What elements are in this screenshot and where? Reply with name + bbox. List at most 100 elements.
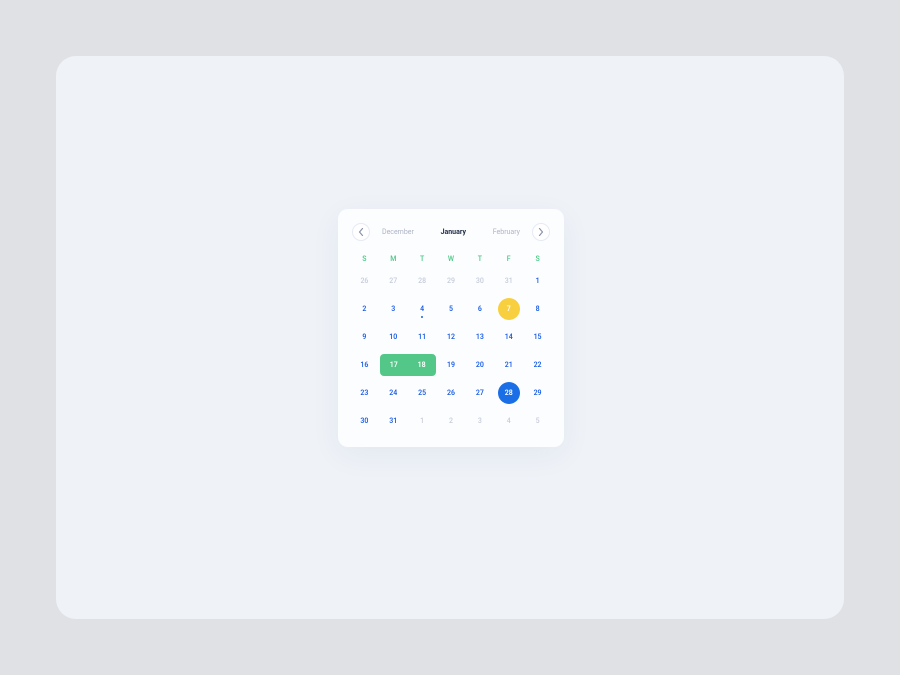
next-month-label[interactable]: February <box>493 228 520 236</box>
selected-range[interactable]: 1718 <box>380 354 436 376</box>
day-cell[interactable]: 1 <box>408 407 437 435</box>
day-number: 9 <box>362 333 366 341</box>
day-cell[interactable]: 31 <box>379 407 408 435</box>
highlight-blue: 28 <box>498 382 520 404</box>
day-number: 6 <box>478 305 482 313</box>
day-cell[interactable]: 5 <box>437 295 466 323</box>
range-start-label: 17 <box>380 361 408 369</box>
day-number: 14 <box>505 333 513 341</box>
day-number: 20 <box>476 361 484 369</box>
day-cell[interactable]: 16 <box>350 351 379 379</box>
day-number: 3 <box>478 417 482 425</box>
days-grid: 2627282930311234567891011121314151619202… <box>350 267 552 435</box>
day-cell[interactable]: 26 <box>350 267 379 295</box>
day-cell[interactable]: 6 <box>465 295 494 323</box>
day-cell[interactable]: 5 <box>523 407 552 435</box>
prev-month-label[interactable]: December <box>382 228 414 236</box>
day-number: 11 <box>418 333 426 341</box>
day-number: 2 <box>449 417 453 425</box>
calendar-header: December January February <box>350 223 552 249</box>
day-number: 21 <box>505 361 513 369</box>
day-number: 24 <box>389 389 397 397</box>
day-cell[interactable]: 2 <box>350 295 379 323</box>
day-cell[interactable]: 2 <box>437 407 466 435</box>
day-cell[interactable]: 28 <box>494 379 523 407</box>
day-number: 2 <box>362 305 366 313</box>
current-month-label[interactable]: January <box>441 228 466 236</box>
day-number: 31 <box>505 277 513 285</box>
day-number: 29 <box>447 277 455 285</box>
day-number: 1 <box>420 417 424 425</box>
day-cell[interactable]: 27 <box>379 267 408 295</box>
day-number: 12 <box>447 333 455 341</box>
day-cell[interactable]: 15 <box>523 323 552 351</box>
chevron-left-icon <box>358 228 364 236</box>
weekday-label: F <box>494 249 523 267</box>
day-number: 23 <box>360 389 368 397</box>
day-cell[interactable]: 8 <box>523 295 552 323</box>
day-cell[interactable]: 13 <box>465 323 494 351</box>
calendar-widget: December January February SMTWTFS 262728… <box>338 209 564 447</box>
day-number: 3 <box>391 305 395 313</box>
day-cell[interactable]: 9 <box>350 323 379 351</box>
prev-month-button[interactable] <box>352 223 370 241</box>
day-cell[interactable]: 3 <box>379 295 408 323</box>
day-cell[interactable]: 1 <box>523 267 552 295</box>
day-number: 22 <box>534 361 542 369</box>
day-cell[interactable]: 7 <box>494 295 523 323</box>
day-cell[interactable]: 22 <box>523 351 552 379</box>
day-cell[interactable]: 12 <box>437 323 466 351</box>
range-end-label: 18 <box>408 361 436 369</box>
day-cell[interactable]: 11 <box>408 323 437 351</box>
weekday-label: T <box>408 249 437 267</box>
day-cell[interactable]: 14 <box>494 323 523 351</box>
day-cell[interactable]: 19 <box>437 351 466 379</box>
event-dot-icon <box>421 316 423 318</box>
main-panel: December January February SMTWTFS 262728… <box>56 56 844 619</box>
day-number: 5 <box>536 417 540 425</box>
next-month-button[interactable] <box>532 223 550 241</box>
month-selector: December January February <box>370 228 532 236</box>
day-number: 26 <box>360 277 368 285</box>
weekday-label: S <box>523 249 552 267</box>
day-number: 27 <box>389 277 397 285</box>
day-number: 10 <box>389 333 397 341</box>
weekday-label: W <box>437 249 466 267</box>
day-cell[interactable]: 26 <box>437 379 466 407</box>
day-number: 5 <box>449 305 453 313</box>
day-cell[interactable]: 28 <box>408 267 437 295</box>
day-cell[interactable]: 29 <box>437 267 466 295</box>
weekday-label: M <box>379 249 408 267</box>
day-cell[interactable]: 27 <box>465 379 494 407</box>
day-cell[interactable]: 25 <box>408 379 437 407</box>
highlight-yellow: 7 <box>498 298 520 320</box>
day-number: 4 <box>420 305 424 313</box>
day-number: 30 <box>360 417 368 425</box>
day-cell[interactable]: 30 <box>350 407 379 435</box>
day-number: 4 <box>507 417 511 425</box>
weekday-label: T <box>465 249 494 267</box>
day-cell[interactable]: 30 <box>465 267 494 295</box>
day-number: 13 <box>476 333 484 341</box>
day-number: 28 <box>418 277 426 285</box>
day-cell[interactable]: 20 <box>465 351 494 379</box>
weekday-label: S <box>350 249 379 267</box>
day-number: 27 <box>476 389 484 397</box>
day-cell[interactable]: 10 <box>379 323 408 351</box>
chevron-right-icon <box>538 228 544 236</box>
day-number: 15 <box>534 333 542 341</box>
day-number: 25 <box>418 389 426 397</box>
day-cell[interactable]: 31 <box>494 267 523 295</box>
day-number: 8 <box>536 305 540 313</box>
day-cell[interactable]: 29 <box>523 379 552 407</box>
day-number: 26 <box>447 389 455 397</box>
day-cell[interactable]: 4 <box>408 295 437 323</box>
day-cell[interactable]: 3 <box>465 407 494 435</box>
day-cell[interactable]: 24 <box>379 379 408 407</box>
day-number: 31 <box>389 417 397 425</box>
day-number: 30 <box>476 277 484 285</box>
day-number: 29 <box>534 389 542 397</box>
day-cell[interactable]: 23 <box>350 379 379 407</box>
day-cell[interactable]: 4 <box>494 407 523 435</box>
day-cell[interactable]: 21 <box>494 351 523 379</box>
